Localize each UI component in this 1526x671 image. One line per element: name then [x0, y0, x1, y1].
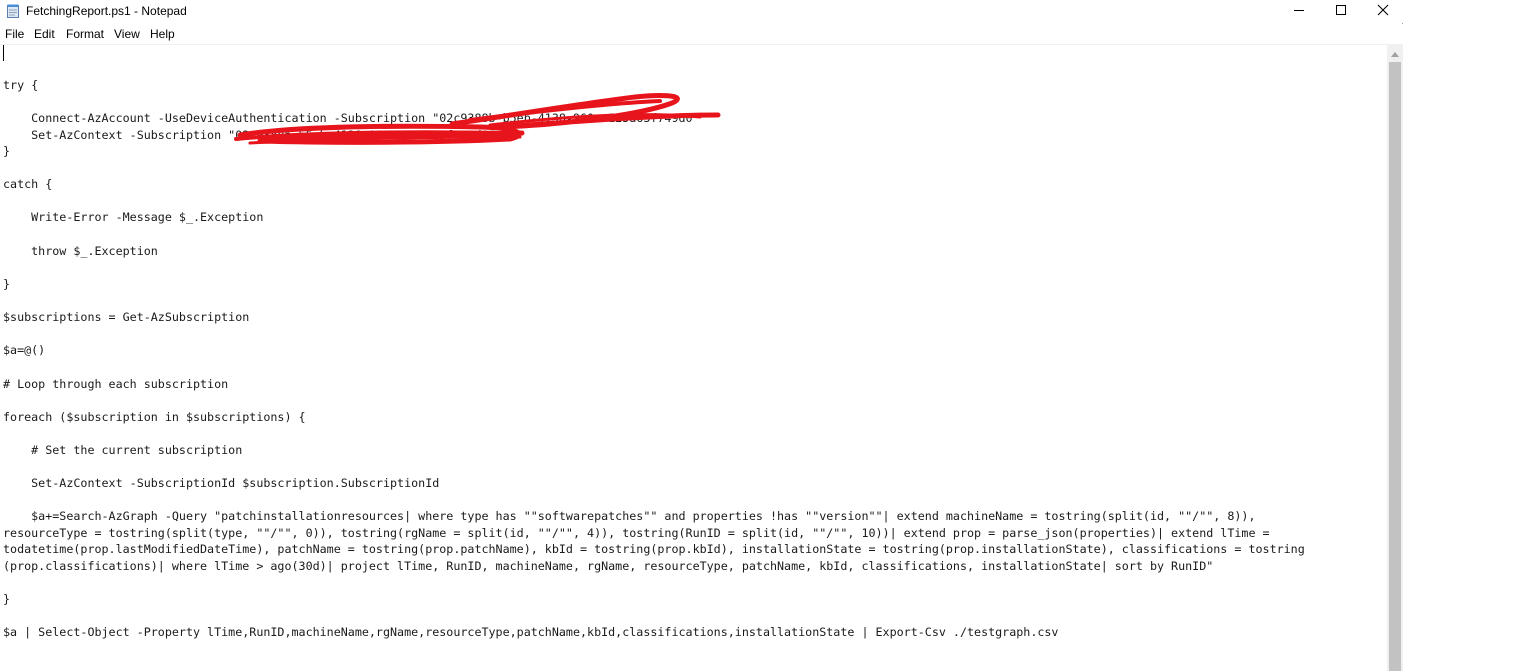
- maximize-icon: [1335, 3, 1347, 21]
- code-line: Set-AzContext -Subscription "02c9388b-b5…: [3, 128, 496, 142]
- title-bar[interactable]: FetchingReport.ps1 - Notepad: [0, 0, 1403, 23]
- code-line: try {: [3, 78, 39, 92]
- menu-help[interactable]: Help: [150, 27, 175, 41]
- code-line: Write-Error -Message $_.Exception: [3, 210, 264, 224]
- desktop-background: [1404, 0, 1526, 671]
- minimize-button[interactable]: [1278, 0, 1320, 23]
- close-button[interactable]: [1362, 0, 1404, 23]
- code-line: foreach ($subscription in $subscriptions…: [3, 410, 306, 424]
- window-title: FetchingReport.ps1 - Notepad: [26, 4, 187, 18]
- code-line: throw $_.Exception: [3, 244, 158, 258]
- text-editor[interactable]: try { Connect-AzAccount -UseDeviceAuthen…: [0, 45, 1387, 671]
- code-line: }: [3, 277, 11, 291]
- code-line: todatetime(prop.lastModifiedDateTime), p…: [3, 542, 1305, 556]
- close-icon: [1377, 3, 1389, 21]
- code-line: resourceType = tostring(split(type, ""/"…: [3, 526, 1270, 540]
- code-line: $a=@(): [3, 343, 46, 357]
- code-line: }: [3, 144, 11, 158]
- menu-format[interactable]: Format: [66, 27, 104, 41]
- menu-view[interactable]: View: [114, 27, 140, 41]
- code-line: Connect-AzAccount -UseDeviceAuthenticati…: [3, 111, 700, 125]
- scroll-thumb[interactable]: [1389, 62, 1401, 671]
- code-line: $a | Select-Object -Property lTime,RunID…: [3, 625, 1059, 639]
- menu-bar: File Edit Format View Help: [0, 24, 1403, 45]
- notepad-icon: [7, 4, 19, 18]
- code-line: catch {: [3, 177, 53, 191]
- minimize-icon: [1293, 3, 1305, 21]
- code-line: # Loop through each subscription: [3, 377, 229, 391]
- text-caret: [3, 45, 4, 61]
- code-line: $a+=Search-AzGraph -Query "patchinstalla…: [3, 509, 1256, 523]
- menu-file[interactable]: File: [5, 27, 24, 41]
- maximize-button[interactable]: [1320, 0, 1362, 23]
- scroll-up-button[interactable]: [1387, 45, 1403, 61]
- code-line: Set-AzContext -SubscriptionId $subscript…: [3, 476, 440, 490]
- code-line: }: [3, 592, 11, 606]
- code-line: (prop.classifications)| where lTime > ag…: [3, 559, 1214, 573]
- code-line: $subscriptions = Get-AzSubscription: [3, 310, 250, 324]
- menu-edit[interactable]: Edit: [34, 27, 55, 41]
- code-line: # Set the current subscription: [3, 443, 243, 457]
- notepad-window: FetchingReport.ps1 - Notepad File Edit F…: [0, 0, 1403, 671]
- vertical-scrollbar[interactable]: [1387, 45, 1403, 671]
- scroll-up-arrow-icon: [1391, 44, 1399, 62]
